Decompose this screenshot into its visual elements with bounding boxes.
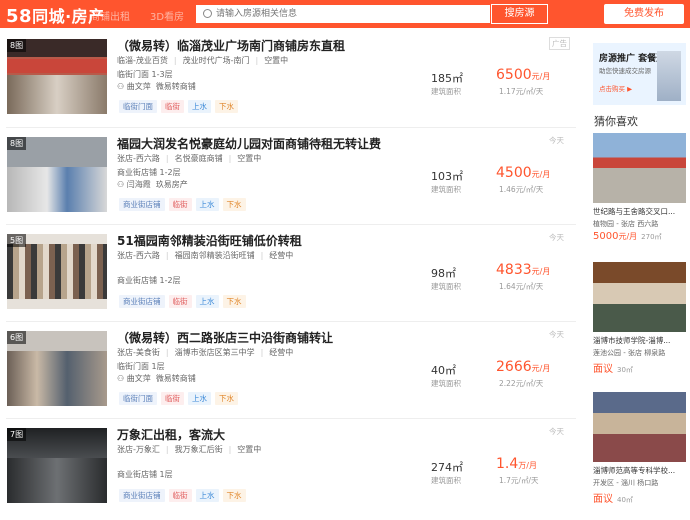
listing-date: 今天 — [549, 233, 564, 242]
recommend-photo[interactable] — [593, 392, 686, 462]
listing-photo[interactable]: 6图 — [7, 331, 107, 406]
listing-photo[interactable]: 7图 — [7, 428, 107, 503]
listing-meta: 临淄-茂业百货 | 茂业时代广场-南门 | 空置中 — [117, 56, 289, 65]
recommend-location: 莲池公园 - 张店 柳泉路 — [593, 349, 666, 357]
person-icon: ⚇ — [117, 180, 127, 189]
recommend-photo[interactable] — [593, 133, 686, 203]
listing-unit-price: 1.46元/㎡/天 — [499, 185, 544, 194]
listing-date: 今天 — [549, 427, 564, 436]
nav-shop-rent[interactable]: 商铺出租 — [90, 8, 130, 23]
search-box — [195, 4, 491, 24]
recommend-title[interactable]: 淄博市技师学院-淄博... — [593, 335, 686, 346]
listing-agent[interactable]: ⚇ 曲文萍 微易转商铺 — [117, 81, 196, 92]
listing-date: 今天 — [549, 136, 564, 145]
listing-agent[interactable]: ⚇ 曲文萍 微易转商铺 — [117, 373, 196, 384]
listing-area: 103㎡ — [431, 170, 463, 183]
listing-item[interactable]: 7图 万象汇出租，客流大 张店-万象汇 | 我万象汇后街 | 空置中 商业街店铺 1层 … — [6, 423, 576, 520]
listing-price: 4500元/月 — [496, 165, 551, 181]
area-label: 建筑面积 — [431, 87, 461, 96]
listing-price: 6500元/月 — [496, 67, 551, 83]
area-label: 建筑面积 — [431, 282, 461, 291]
listing-title[interactable]: （微易转）临淄茂业广场南门商铺房东直租 — [117, 37, 345, 54]
area-label: 建筑面积 — [431, 476, 461, 485]
photo-count-badge: 8图 — [7, 137, 27, 150]
divider — [6, 224, 576, 225]
area-label: 建筑面积 — [431, 379, 461, 388]
person-icon: ⚇ — [117, 82, 127, 91]
listing-unit-price: 1.17元/㎡/天 — [499, 87, 544, 96]
photo-count-badge: 8图 — [7, 39, 27, 52]
nav-3d[interactable]: 3D看房 — [150, 8, 184, 23]
listing-floor: 商业街店铺 1层 — [117, 470, 173, 479]
photo-count-badge: 6图 — [7, 331, 27, 344]
building-illustration — [657, 51, 681, 101]
publish-button[interactable]: 免费发布 — [604, 4, 684, 24]
listing-tags: 临街门面 临街 上水 下水 — [119, 94, 242, 113]
person-icon: ⚇ — [117, 374, 127, 383]
listing-floor: 临街门面 1层 — [117, 362, 165, 371]
sidebar: 房源推广 套餐选购 助您快速成交房源 点击购买 ▶ 猜你喜欢 世纪路与王舍路交叉… — [593, 28, 690, 517]
listing-price: 2666元/月 — [496, 359, 551, 375]
photo-count-badge: 7图 — [7, 428, 27, 441]
search-input[interactable] — [216, 7, 476, 21]
promo-subtitle: 助您快速成交房源 — [599, 67, 651, 75]
recommend-title[interactable]: 世纪路与王舍路交叉口... — [593, 206, 686, 217]
listing-meta: 张店-万象汇 | 我万象汇后街 | 空置中 — [117, 445, 262, 454]
listing-photo[interactable]: 5图 — [7, 234, 107, 309]
listing-area: 274㎡ — [431, 461, 463, 474]
listing-meta: 张店-西六路 | 福园南邻精装沿街旺铺 | 经营中 — [117, 251, 294, 260]
listing-date: 今天 — [549, 330, 564, 339]
listing-floor: 临街门面 1-3层 — [117, 70, 173, 79]
search-button[interactable]: 搜房源 — [491, 4, 548, 24]
promo-buy-link[interactable]: 点击购买 ▶ — [599, 83, 632, 93]
search-icon — [203, 9, 212, 18]
listing-price: 4833元/月 — [496, 262, 551, 278]
listing-agent[interactable]: ⚇ 闫海霞 玖易房产 — [117, 179, 188, 190]
listing-meta: 张店-西六路 | 名悦豪庭商铺 | 空置中 — [117, 154, 262, 163]
listing-meta: 张店-美食街 | 淄博市张店区第三中学 | 经营中 — [117, 348, 294, 357]
recommend-price: 面议 30㎡ — [593, 364, 633, 375]
listing-unit-price: 1.7元/㎡/天 — [499, 476, 539, 485]
listing-title[interactable]: 51福园南邻精装沿街旺铺低价转租 — [117, 232, 302, 249]
listing-title[interactable]: 福园大润发名悦豪庭幼儿园对面商铺待租无转让费 — [117, 135, 381, 152]
recommend-price: 面议 40㎡ — [593, 494, 633, 505]
recommend-photo[interactable] — [593, 262, 686, 332]
top-bar: 58同城·房产 商铺出租 3D看房 搜房源 免费发布 — [0, 0, 690, 28]
listing-unit-price: 2.22元/㎡/天 — [499, 379, 544, 388]
divider — [6, 127, 576, 128]
recommend-location: 开发区 - 淄川 杨口路 — [593, 479, 659, 487]
listing-area: 40㎡ — [431, 364, 456, 377]
listing-floor: 商业街店铺 1-2层 — [117, 276, 181, 285]
listing-area: 185㎡ — [431, 72, 463, 85]
listing-tags: 商业街店铺 临街 上水 下水 — [119, 483, 250, 502]
listing-item[interactable]: 6图 （微易转）西二路张店三中沿街商铺转让 张店-美食街 | 淄博市张店区第三中学 |… — [6, 326, 576, 423]
listing-photo[interactable]: 8图 — [7, 137, 107, 212]
listing-title[interactable]: （微易转）西二路张店三中沿街商铺转让 — [117, 329, 333, 346]
listing-item[interactable]: 8图 （微易转）临淄茂业广场南门商铺房东直租 临淄-茂业百货 | 茂业时代广场-南门… — [6, 34, 576, 131]
ad-label: 广告 — [549, 37, 570, 50]
recommend-item[interactable]: 淄博师范高等专科学校... 开发区 - 淄川 杨口路 面议 40㎡ — [593, 392, 686, 505]
recommend-item[interactable]: 世纪路与王舍路交叉口... 植物园 - 张店 西六路 5000元/月 270㎡ — [593, 133, 686, 242]
listing-unit-price: 1.64元/㎡/天 — [499, 282, 544, 291]
divider — [6, 418, 576, 419]
recommend-location: 植物园 - 张店 西六路 — [593, 220, 659, 228]
divider — [6, 321, 576, 322]
recommend-title[interactable]: 淄博师范高等专科学校... — [593, 465, 686, 476]
area-label: 建筑面积 — [431, 185, 461, 194]
listing-item[interactable]: 8图 福园大润发名悦豪庭幼儿园对面商铺待租无转让费 张店-西六路 | 名悦豪庭商铺 |… — [6, 132, 576, 229]
listing-price: 1.4万/月 — [496, 456, 537, 472]
listing-photo[interactable]: 8图 — [7, 39, 107, 114]
listing-tags: 商业街店铺 临街 上水 下水 — [119, 192, 250, 211]
photo-count-badge: 5图 — [7, 234, 27, 247]
listing-area: 98㎡ — [431, 267, 456, 280]
promo-banner[interactable]: 房源推广 套餐选购 助您快速成交房源 点击购买 ▶ — [593, 43, 686, 105]
recommend-price: 5000元/月 270㎡ — [593, 231, 662, 242]
listing-floor: 商业街店铺 1-2层 — [117, 168, 181, 177]
recommend-item[interactable]: 淄博市技师学院-淄博... 莲池公园 - 张店 柳泉路 面议 30㎡ — [593, 262, 686, 375]
listing-title[interactable]: 万象汇出租，客流大 — [117, 426, 225, 443]
guess-you-like-title: 猜你喜欢 — [594, 115, 638, 128]
listing-item[interactable]: 5图 51福园南邻精装沿街旺铺低价转租 张店-西六路 | 福园南邻精装沿街旺铺 | 经营… — [6, 229, 576, 326]
listing-tags: 商业街店铺 临街 上水 下水 — [119, 289, 250, 308]
listing-tags: 临街门面 临街 上水 下水 — [119, 386, 242, 405]
